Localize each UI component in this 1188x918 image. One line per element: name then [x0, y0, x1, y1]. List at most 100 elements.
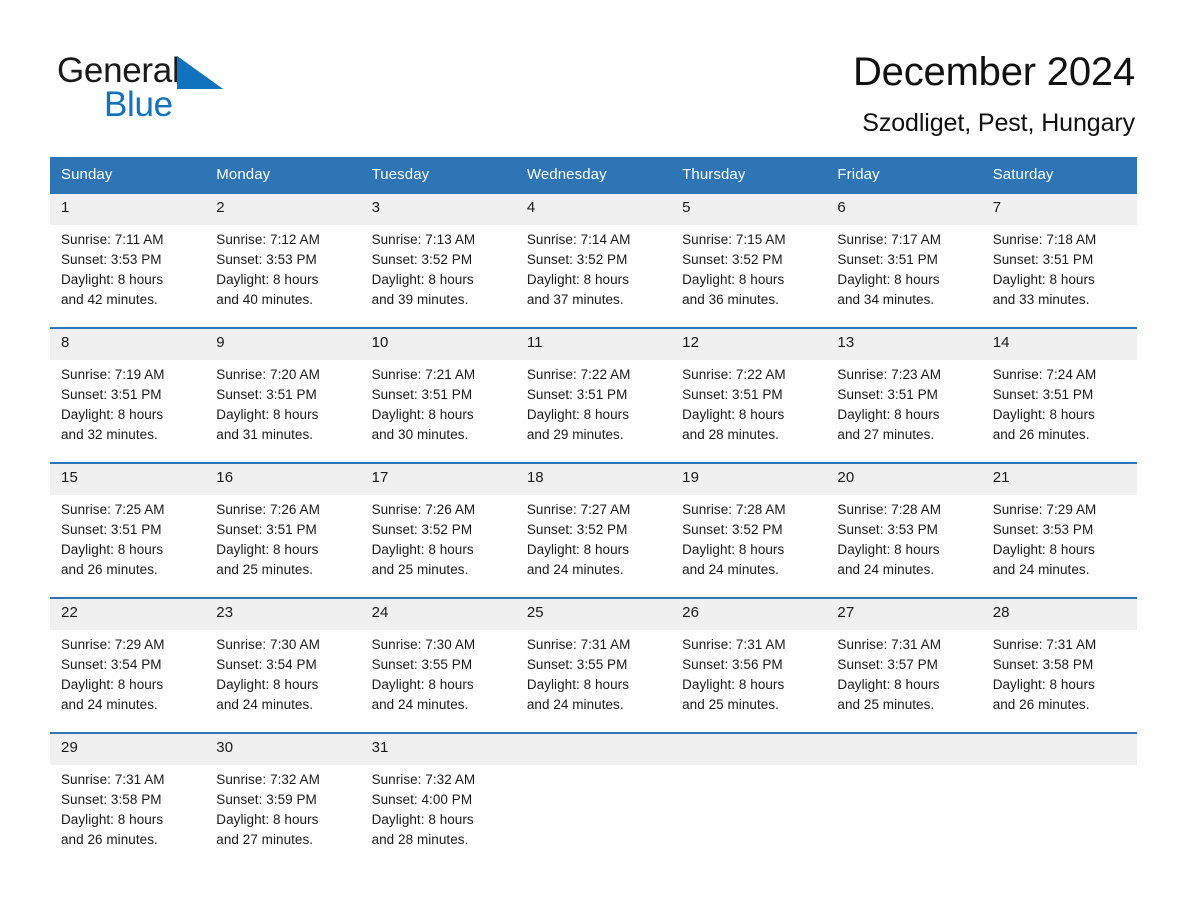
daylight-text-line2: and 28 minutes. [682, 427, 779, 442]
sunrise-text: Sunrise: 7:30 AM [371, 637, 476, 652]
day-cell[interactable]: Sunrise: 7:23 AM Sunset: 3:51 PM Dayligh… [826, 360, 982, 463]
daylight-text-line1: Daylight: 8 hours [371, 677, 474, 692]
daylight-text-line1: Daylight: 8 hours [992, 272, 1095, 287]
day-cell[interactable]: Sunrise: 7:29 AM Sunset: 3:53 PM Dayligh… [981, 495, 1137, 598]
sunrise-text: Sunrise: 7:29 AM [61, 637, 165, 652]
day-number[interactable]: 31 [360, 732, 516, 765]
sunset-text: Sunset: 3:52 PM [371, 522, 473, 537]
day-number[interactable]: 5 [671, 192, 827, 225]
day-cell[interactable]: Sunrise: 7:24 AM Sunset: 3:51 PM Dayligh… [981, 360, 1137, 463]
sunset-text: Sunset: 3:51 PM [216, 522, 317, 537]
day-number-empty [515, 732, 672, 765]
day-number[interactable]: 30 [205, 732, 361, 765]
day-number[interactable]: 18 [515, 462, 672, 495]
day-number[interactable]: 24 [360, 597, 516, 630]
daylight-text-line2: and 25 minutes. [371, 562, 469, 577]
day-number[interactable]: 4 [515, 192, 672, 225]
daylight-text-line1: Daylight: 8 hours [682, 677, 785, 692]
day-number[interactable]: 2 [205, 192, 361, 225]
day-cell[interactable]: Sunrise: 7:19 AM Sunset: 3:51 PM Dayligh… [50, 360, 206, 463]
day-number[interactable]: 9 [205, 327, 361, 360]
day-number[interactable]: 12 [671, 327, 827, 360]
day-cell[interactable]: Sunrise: 7:32 AM Sunset: 3:59 PM Dayligh… [205, 765, 361, 867]
day-number[interactable]: 26 [671, 597, 827, 630]
day-cell[interactable]: Sunrise: 7:22 AM Sunset: 3:51 PM Dayligh… [515, 360, 672, 463]
day-number[interactable]: 28 [981, 597, 1137, 630]
sunrise-text: Sunrise: 7:21 AM [371, 367, 476, 382]
day-cell[interactable]: Sunrise: 7:14 AM Sunset: 3:52 PM Dayligh… [515, 225, 672, 328]
day-cell[interactable]: Sunrise: 7:31 AM Sunset: 3:58 PM Dayligh… [981, 630, 1137, 733]
weekday-header-tuesday: Tuesday [360, 157, 516, 193]
day-cell[interactable]: Sunrise: 7:26 AM Sunset: 3:51 PM Dayligh… [205, 495, 361, 598]
daylight-text-line1: Daylight: 8 hours [526, 272, 629, 287]
sunrise-text: Sunrise: 7:28 AM [837, 502, 942, 517]
daylight-text-line2: and 34 minutes. [837, 292, 935, 307]
day-cell[interactable]: Sunrise: 7:30 AM Sunset: 3:55 PM Dayligh… [360, 630, 516, 733]
page-title: December 2024 [852, 50, 1135, 94]
day-cell[interactable]: Sunrise: 7:28 AM Sunset: 3:53 PM Dayligh… [826, 495, 982, 598]
sunrise-text: Sunrise: 7:12 AM [216, 232, 320, 247]
daylight-text-line1: Daylight: 8 hours [61, 677, 164, 692]
day-number[interactable]: 20 [826, 462, 982, 495]
day-cell[interactable]: Sunrise: 7:18 AM Sunset: 3:51 PM Dayligh… [981, 225, 1137, 328]
day-cell[interactable]: Sunrise: 7:13 AM Sunset: 3:52 PM Dayligh… [360, 225, 516, 328]
day-number[interactable]: 21 [981, 462, 1137, 495]
day-number[interactable]: 6 [826, 192, 982, 225]
day-number[interactable]: 11 [515, 327, 672, 360]
day-number[interactable]: 10 [360, 327, 516, 360]
day-cell[interactable]: Sunrise: 7:29 AM Sunset: 3:54 PM Dayligh… [50, 630, 206, 733]
day-number[interactable]: 8 [50, 327, 206, 360]
day-cell[interactable]: Sunrise: 7:22 AM Sunset: 3:51 PM Dayligh… [671, 360, 827, 463]
sunset-text: Sunset: 3:52 PM [371, 252, 473, 267]
day-number[interactable]: 14 [981, 327, 1137, 360]
day-number[interactable]: 1 [50, 192, 206, 225]
sunset-text: Sunset: 4:00 PM [371, 792, 473, 807]
day-number[interactable]: 16 [205, 462, 361, 495]
sunset-text: Sunset: 3:59 PM [216, 792, 317, 807]
day-cell-empty [671, 765, 827, 867]
day-cell[interactable]: Sunrise: 7:11 AM Sunset: 3:53 PM Dayligh… [50, 225, 206, 328]
sunset-text: Sunset: 3:58 PM [61, 792, 162, 807]
daylight-text-line1: Daylight: 8 hours [526, 407, 629, 422]
daylight-text-line1: Daylight: 8 hours [371, 812, 474, 827]
day-number[interactable]: 3 [360, 192, 516, 225]
day-cell[interactable]: Sunrise: 7:15 AM Sunset: 3:52 PM Dayligh… [671, 225, 827, 328]
day-cell[interactable]: Sunrise: 7:12 AM Sunset: 3:53 PM Dayligh… [205, 225, 361, 328]
day-number[interactable]: 29 [50, 732, 206, 765]
day-number[interactable]: 23 [205, 597, 361, 630]
sunset-text: Sunset: 3:51 PM [216, 387, 317, 402]
sunrise-text: Sunrise: 7:22 AM [526, 367, 631, 382]
daylight-text-line2: and 39 minutes. [371, 292, 469, 307]
day-number[interactable]: 7 [981, 192, 1137, 225]
day-cell[interactable]: Sunrise: 7:28 AM Sunset: 3:52 PM Dayligh… [671, 495, 827, 598]
day-cell[interactable]: Sunrise: 7:31 AM Sunset: 3:55 PM Dayligh… [515, 630, 672, 733]
day-cell[interactable]: Sunrise: 7:26 AM Sunset: 3:52 PM Dayligh… [360, 495, 516, 598]
week-5-daynumbers: 29 30 31 [50, 732, 1137, 765]
day-cell[interactable]: Sunrise: 7:31 AM Sunset: 3:57 PM Dayligh… [826, 630, 982, 733]
calendar-grid: Sunday Monday Tuesday Wednesday Thursday… [50, 157, 1137, 867]
day-cell[interactable]: Sunrise: 7:17 AM Sunset: 3:51 PM Dayligh… [826, 225, 982, 328]
daylight-text-line1: Daylight: 8 hours [992, 542, 1095, 557]
day-number[interactable]: 13 [826, 327, 982, 360]
logo-top-row: General [57, 52, 357, 92]
day-cell[interactable]: Sunrise: 7:31 AM Sunset: 3:56 PM Dayligh… [671, 630, 827, 733]
day-cell[interactable]: Sunrise: 7:27 AM Sunset: 3:52 PM Dayligh… [515, 495, 672, 598]
day-cell[interactable]: Sunrise: 7:20 AM Sunset: 3:51 PM Dayligh… [205, 360, 361, 463]
daylight-text-line2: and 42 minutes. [61, 292, 158, 307]
day-cell[interactable]: Sunrise: 7:25 AM Sunset: 3:51 PM Dayligh… [50, 495, 206, 598]
day-number[interactable]: 17 [360, 462, 516, 495]
sunset-text: Sunset: 3:55 PM [526, 657, 628, 672]
day-number-empty [671, 732, 827, 765]
day-number[interactable]: 15 [50, 462, 206, 495]
day-number[interactable]: 22 [50, 597, 206, 630]
day-cell[interactable]: Sunrise: 7:30 AM Sunset: 3:54 PM Dayligh… [205, 630, 361, 733]
day-number[interactable]: 19 [671, 462, 827, 495]
day-number[interactable]: 25 [515, 597, 672, 630]
day-cell[interactable]: Sunrise: 7:32 AM Sunset: 4:00 PM Dayligh… [360, 765, 516, 867]
daylight-text-line2: and 32 minutes. [61, 427, 158, 442]
day-cell[interactable]: Sunrise: 7:31 AM Sunset: 3:58 PM Dayligh… [50, 765, 206, 867]
generalblue-logo[interactable]: General Blue [57, 52, 357, 132]
day-number[interactable]: 27 [826, 597, 982, 630]
day-cell[interactable]: Sunrise: 7:21 AM Sunset: 3:51 PM Dayligh… [360, 360, 516, 463]
sunrise-text: Sunrise: 7:19 AM [61, 367, 165, 382]
